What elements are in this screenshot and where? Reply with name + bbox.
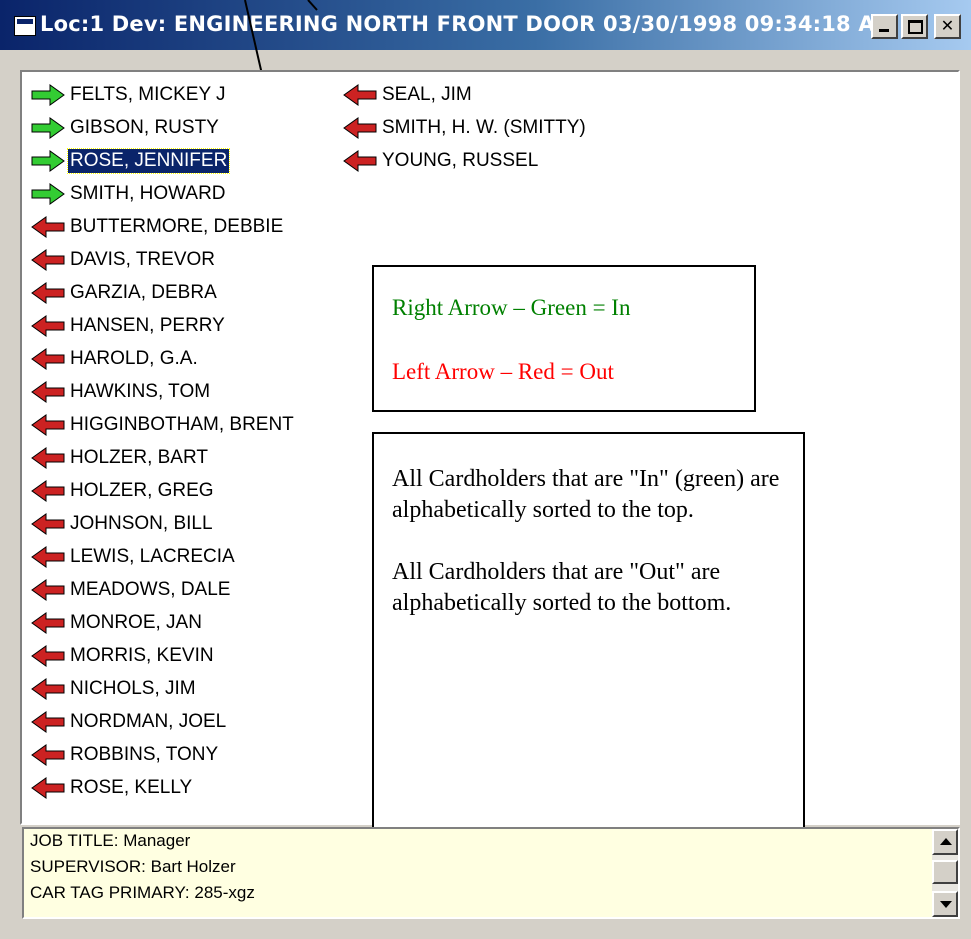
cardholder-name: ROBBINS, TONY [70,743,219,765]
cardholder-list-item[interactable]: HANSEN, PERRY [30,309,296,342]
legend-in-text: Right Arrow – Green = In [392,295,631,320]
out-arrow-icon [31,479,65,502]
cardholder-list-item[interactable]: MEADOWS, DALE [30,573,296,606]
cardholder-info-panel[interactable]: JOB TITLE: Manager SUPERVISOR: Bart Holz… [22,827,960,919]
cardholder-list-item[interactable]: MORRIS, KEVIN [30,639,296,672]
cardholder-list-item[interactable]: HAROLD, G.A. [30,342,296,375]
cardholder-list-item[interactable]: DAVIS, TREVOR [30,243,296,276]
cardholder-list-item[interactable]: HOLZER, BART [30,441,296,474]
cardholder-name: SEAL, JIM [382,83,472,105]
info-supervisor: SUPERVISOR: Bart Holzer [30,857,236,876]
out-arrow-icon [31,215,65,238]
out-arrow-icon [31,776,65,799]
cardholder-name: BUTTERMORE, DEBBIE [70,215,284,237]
legend-out-text: Left Arrow – Red = Out [392,359,614,384]
cardholder-name: HOLZER, GREG [70,479,214,501]
cardholder-list-item[interactable]: YOUNG, RUSSEL [342,144,588,177]
cardholder-name: HOLZER, BART [70,446,208,468]
scroll-up-button[interactable] [932,829,958,855]
cardholder-name: FELTS, MICKEY J [70,83,226,105]
cardholder-list-item[interactable]: SEAL, JIM [342,78,588,111]
scroll-thumb[interactable] [932,860,958,884]
cardholder-list-item[interactable]: ROSE, JENNIFER [30,144,296,177]
cardholder-name: JOHNSON, BILL [70,512,213,534]
window-title: Loc:1 Dev: ENGINEERING NORTH FRONT DOOR … [40,12,896,36]
in-arrow-icon [31,182,65,205]
out-arrow-icon [31,248,65,271]
note-paragraph-in: All Cardholders that are "In" (green) ar… [392,466,780,523]
cardholder-list-item[interactable]: ROBBINS, TONY [30,738,296,771]
out-arrow-icon [343,116,377,139]
out-arrow-icon [31,380,65,403]
cardholder-name: NORDMAN, JOEL [70,710,227,732]
out-arrow-icon [31,611,65,634]
out-arrow-icon [31,545,65,568]
cardholder-list-item[interactable]: FELTS, MICKEY J [30,78,296,111]
out-arrow-icon [31,413,65,436]
out-arrow-icon [343,149,377,172]
out-arrow-icon [343,83,377,106]
cardholder-name: HANSEN, PERRY [70,314,225,336]
cardholder-name: DAVIS, TREVOR [70,248,215,270]
out-arrow-icon [31,710,65,733]
in-arrow-icon [31,83,65,106]
cardholder-column-2: SEAL, JIM SMITH, H. W. (SMITTY) YOUNG, RUS… [342,78,588,177]
cardholder-list-item[interactable]: HOLZER, GREG [30,474,296,507]
cardholder-name: MORRIS, KEVIN [70,644,214,666]
title-bar[interactable]: Loc:1 Dev: ENGINEERING NORTH FRONT DOOR … [0,0,971,50]
scroll-down-button[interactable] [932,891,958,917]
cardholder-list-item[interactable]: SMITH, H. W. (SMITTY) [342,111,588,144]
cardholder-list-item[interactable]: NORDMAN, JOEL [30,705,296,738]
cardholder-list-item[interactable]: HIGGINBOTHAM, BRENT [30,408,296,441]
cardholder-name: MONROE, JAN [70,611,202,633]
cardholder-name: YOUNG, RUSSEL [382,149,539,171]
out-arrow-icon [31,314,65,337]
app-window-icon[interactable] [14,16,36,36]
cardholder-name: HAWKINS, TOM [70,380,211,402]
cardholder-name: SMITH, HOWARD [70,182,226,204]
cardholder-column-1: FELTS, MICKEY J GIBSON, RUSTY ROSE, JENNIF… [30,78,296,804]
cardholder-window: Loc:1 Dev: ENGINEERING NORTH FRONT DOOR … [0,0,971,939]
info-car-tag: CAR TAG PRIMARY: 285-xgz [30,883,255,902]
cardholder-list-item[interactable]: LEWIS, LACRECIA [30,540,296,573]
cardholder-name: GARZIA, DEBRA [70,281,217,303]
cardholder-list-item[interactable]: HAWKINS, TOM [30,375,296,408]
cardholder-list-item[interactable]: ROSE, KELLY [30,771,296,804]
out-arrow-icon [31,281,65,304]
cardholder-name: NICHOLS, JIM [70,677,196,699]
sorting-note-annotation: All Cardholders that are "In" (green) ar… [372,432,805,843]
cardholder-name: SMITH, H. W. (SMITTY) [382,116,586,138]
cardholder-list-item[interactable]: NICHOLS, JIM [30,672,296,705]
out-arrow-icon [31,677,65,700]
minimize-button[interactable] [871,14,898,39]
cardholder-name: ROSE, JENNIFER [66,147,231,174]
cardholder-name: MEADOWS, DALE [70,578,231,600]
cardholder-list-item[interactable]: BUTTERMORE, DEBBIE [30,210,296,243]
cardholder-list-item[interactable]: JOHNSON, BILL [30,507,296,540]
out-arrow-icon [31,446,65,469]
cardholder-name: LEWIS, LACRECIA [70,545,235,567]
out-arrow-icon [31,743,65,766]
out-arrow-icon [31,512,65,535]
out-arrow-icon [31,644,65,667]
note-paragraph-out: All Cardholders that are "Out" are alpha… [392,559,732,616]
out-arrow-icon [31,578,65,601]
out-arrow-icon [31,347,65,370]
cardholder-list-item[interactable]: GARZIA, DEBRA [30,276,296,309]
cardholder-list-item[interactable]: MONROE, JAN [30,606,296,639]
cardholder-name: GIBSON, RUSTY [70,116,219,138]
cardholder-name: HAROLD, G.A. [70,347,198,369]
cardholder-list-item[interactable]: GIBSON, RUSTY [30,111,296,144]
legend-annotation: Right Arrow – Green = In Left Arrow – Re… [372,265,756,412]
info-scrollbar[interactable] [932,829,958,917]
cardholder-name: HIGGINBOTHAM, BRENT [70,413,294,435]
in-arrow-icon [31,116,65,139]
cardholder-list-item[interactable]: SMITH, HOWARD [30,177,296,210]
cardholder-name: ROSE, KELLY [70,776,193,798]
in-arrow-icon [31,149,65,172]
maximize-button[interactable] [901,14,928,39]
info-job-title: JOB TITLE: Manager [30,831,191,850]
close-button[interactable]: ✕ [934,14,961,39]
